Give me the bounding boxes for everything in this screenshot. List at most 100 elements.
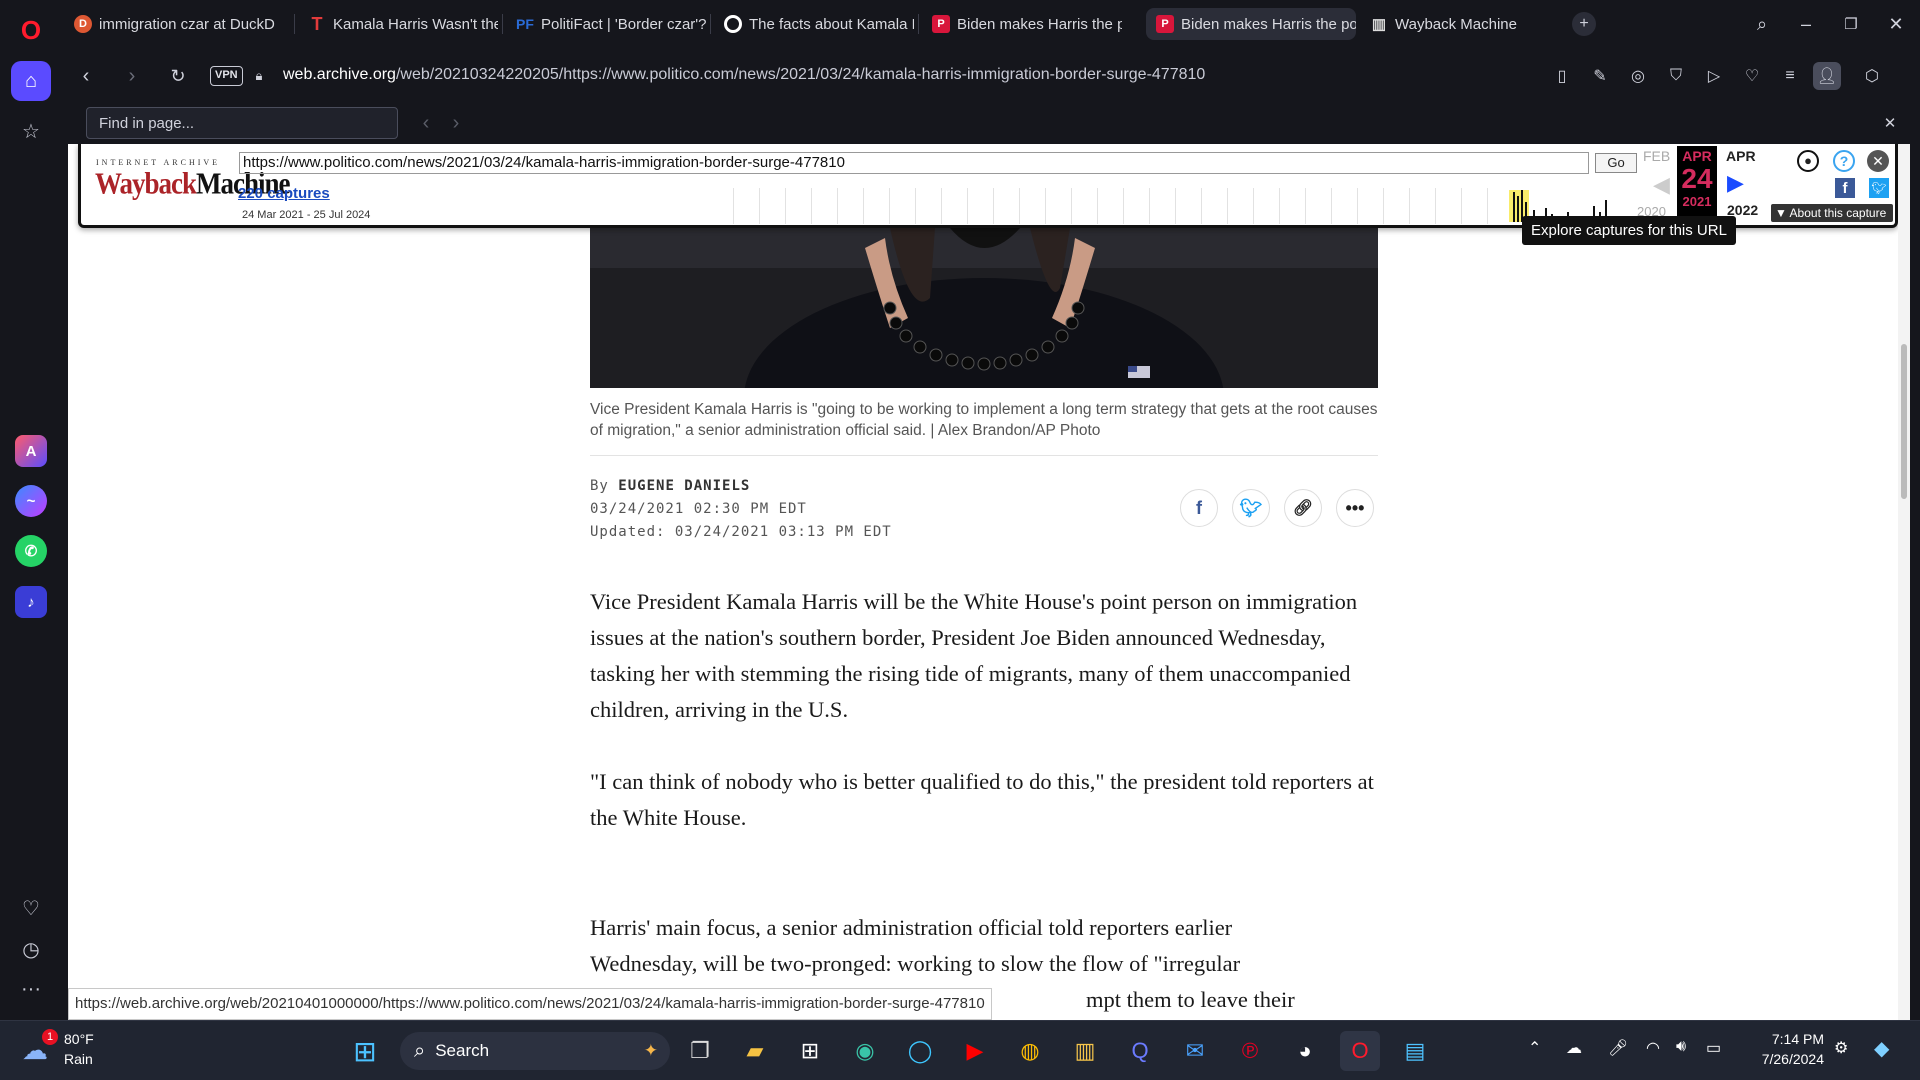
search-tabs-icon[interactable]: ⌕ bbox=[1748, 10, 1776, 38]
history-icon[interactable]: ◷ bbox=[11, 929, 51, 969]
music-player-icon[interactable]: ♪ bbox=[15, 586, 47, 618]
tab-kamala-wasnt[interactable]: T Kamala Harris Wasn't the bbox=[298, 8, 499, 40]
new-tab-button[interactable]: + bbox=[1572, 12, 1596, 36]
game-controller-icon[interactable]: ◕ bbox=[1285, 1031, 1325, 1071]
search-app-icon[interactable]: Q bbox=[1120, 1031, 1160, 1071]
facebook-share-icon[interactable]: f bbox=[1835, 178, 1855, 198]
politico-icon: P bbox=[1156, 15, 1174, 33]
tab-politico-1[interactable]: P Biden makes Harris the po bbox=[922, 8, 1122, 40]
twitter-share-button[interactable]: 🐦︎ bbox=[1232, 489, 1270, 527]
reader-mode-icon[interactable]: ▯ bbox=[1548, 62, 1576, 90]
about-capture-button[interactable]: ▼ About this capture bbox=[1771, 204, 1893, 222]
file-explorer-icon[interactable]: ▰ bbox=[735, 1031, 775, 1071]
find-next-button[interactable]: › bbox=[440, 107, 472, 139]
onedrive-icon[interactable]: ☁ bbox=[1566, 1038, 1582, 1058]
help-icon[interactable]: ? bbox=[1833, 150, 1855, 172]
wayback-url-field[interactable]: https://www.politico.com/news/2021/03/24… bbox=[239, 152, 1589, 174]
wifi-icon[interactable]: ◠ bbox=[1646, 1038, 1660, 1058]
tab-title: PolitiFact | 'Border czar'? K bbox=[541, 15, 706, 33]
opera-taskbar-icon[interactable]: O bbox=[1340, 1031, 1380, 1071]
more-icon[interactable]: ··· bbox=[11, 969, 51, 1009]
more-share-button[interactable]: ••• bbox=[1336, 489, 1374, 527]
vpn-badge[interactable]: VPN bbox=[210, 66, 243, 86]
back-button[interactable]: ‹ bbox=[70, 60, 102, 92]
politifact-icon: PF bbox=[516, 16, 534, 32]
restore-button[interactable]: ❐ bbox=[1837, 10, 1865, 38]
settings-gear-icon[interactable]: ⚙ bbox=[1834, 1038, 1848, 1058]
find-in-page-input[interactable] bbox=[86, 107, 398, 139]
messenger-icon[interactable]: ~ bbox=[15, 485, 47, 517]
page-scrollbar[interactable] bbox=[1898, 144, 1910, 1020]
scrollbar-thumb[interactable] bbox=[1901, 344, 1907, 499]
twitter-share-icon[interactable]: 🐦︎ bbox=[1869, 178, 1889, 198]
tab-duckduckgo[interactable]: D immigration czar at DuckD bbox=[64, 8, 290, 40]
weather-widget[interactable]: ☁ 1 80°F Rain bbox=[14, 1029, 124, 1073]
copilot-icon[interactable]: ◆ bbox=[1874, 1036, 1889, 1061]
notepad-icon[interactable]: ▤ bbox=[1395, 1031, 1435, 1071]
close-window-button[interactable]: ✕ bbox=[1882, 10, 1910, 38]
clock[interactable]: 7:14 PM 7/26/2024 bbox=[1744, 1029, 1824, 1069]
tab-politico-active[interactable]: P Biden makes Harris the po bbox=[1146, 8, 1356, 40]
opera-logo-icon[interactable]: O bbox=[11, 10, 51, 50]
windows-start-icon[interactable]: ⊞ bbox=[345, 1031, 385, 1071]
byline: By EUGENE DANIELS bbox=[590, 478, 750, 494]
profile-icon[interactable]: 👤︎ bbox=[1813, 62, 1841, 90]
author-link[interactable]: EUGENE DANIELS bbox=[618, 478, 750, 494]
library-icon[interactable]: ▥ bbox=[1065, 1031, 1105, 1071]
camera-icon[interactable]: ◎ bbox=[1624, 62, 1652, 90]
wayback-go-button[interactable]: Go bbox=[1595, 153, 1637, 173]
edit-icon[interactable]: ✎ bbox=[1586, 62, 1614, 90]
next-capture-arrow-icon[interactable]: ▶ bbox=[1727, 170, 1744, 196]
article-paragraph-2: "I can think of nobody who is better qua… bbox=[590, 769, 1374, 830]
pinterest-icon[interactable]: ℗ bbox=[1230, 1031, 1270, 1071]
star-icon[interactable]: ☆ bbox=[11, 111, 51, 151]
web-page: INTERNET ARCHIVE WaybackMachine https://… bbox=[68, 144, 1910, 1020]
captures-link[interactable]: 220 captures bbox=[238, 185, 330, 202]
current-day: 24 bbox=[1681, 163, 1713, 194]
minimize-button[interactable]: – bbox=[1792, 10, 1820, 38]
home-icon[interactable]: ⌂ bbox=[11, 61, 51, 101]
youtube-icon[interactable]: ▶ bbox=[955, 1031, 995, 1071]
prev-month-label[interactable]: FEB bbox=[1643, 148, 1670, 164]
battery-icon[interactable]: ▭ bbox=[1706, 1038, 1721, 1058]
find-close-button[interactable]: ✕ bbox=[1874, 107, 1906, 139]
chrome-icon[interactable]: ◍ bbox=[1010, 1031, 1050, 1071]
forward-button[interactable]: › bbox=[116, 60, 148, 92]
account-icon[interactable]: ● bbox=[1797, 150, 1819, 172]
next-month-label[interactable]: APR bbox=[1726, 148, 1756, 164]
article-photo bbox=[590, 228, 1378, 388]
heart-outline-icon[interactable]: ♡ bbox=[1738, 62, 1766, 90]
play-icon[interactable]: ▷ bbox=[1700, 62, 1728, 90]
tab-wayback[interactable]: ▥ Wayback Machine bbox=[1360, 8, 1560, 40]
cortana-icon[interactable]: ◯ bbox=[900, 1031, 940, 1071]
aria-icon[interactable]: A bbox=[15, 435, 47, 467]
easy-setup-icon[interactable]: ≡ bbox=[1776, 62, 1804, 90]
volume-icon[interactable]: 🔊︎ bbox=[1676, 1038, 1686, 1056]
address-bar[interactable]: web.archive.org/web/20210324220205/https… bbox=[283, 66, 1205, 84]
prev-capture-arrow-icon[interactable]: ◀ bbox=[1653, 172, 1670, 198]
copy-link-button[interactable]: 🔗︎ bbox=[1284, 489, 1322, 527]
close-toolbar-icon[interactable]: ✕ bbox=[1867, 150, 1889, 172]
heart-icon[interactable]: ♡ bbox=[11, 888, 51, 928]
current-month: APR bbox=[1682, 148, 1712, 164]
extensions-icon[interactable]: ⬡ bbox=[1858, 62, 1886, 90]
mail-icon[interactable]: ✉ bbox=[1175, 1031, 1215, 1071]
task-view-icon[interactable]: ❐ bbox=[680, 1031, 720, 1071]
reload-button[interactable]: ↻ bbox=[162, 60, 194, 92]
microphone-icon[interactable]: 🎤︎ bbox=[1608, 1038, 1628, 1058]
t-logo-icon: T bbox=[311, 13, 323, 34]
opera-sidebar: O ⌂ ☆ A ~ ✆ ♪ ♡ ◷ ··· bbox=[0, 0, 62, 1020]
store-icon[interactable]: ⊞ bbox=[790, 1031, 830, 1071]
tray-chevron-icon[interactable]: ⌃ bbox=[1528, 1038, 1541, 1058]
divider bbox=[590, 455, 1378, 456]
shield-icon[interactable]: ⛉ bbox=[1662, 62, 1690, 90]
whatsapp-icon[interactable]: ✆ bbox=[15, 535, 47, 567]
taskbar-search[interactable]: ⌕ Search ✦ bbox=[400, 1032, 670, 1070]
facebook-share-button[interactable]: f bbox=[1180, 489, 1218, 527]
tab-politifact[interactable]: PF PolitiFact | 'Border czar'? K bbox=[506, 8, 706, 40]
find-prev-button[interactable]: ‹ bbox=[410, 107, 442, 139]
tab-facts[interactable]: The facts about Kamala H bbox=[714, 8, 914, 40]
duckduckgo-icon: D bbox=[74, 15, 92, 33]
lock-icon[interactable]: 🔒︎ bbox=[243, 60, 275, 92]
edge-icon[interactable]: ◉ bbox=[845, 1031, 885, 1071]
